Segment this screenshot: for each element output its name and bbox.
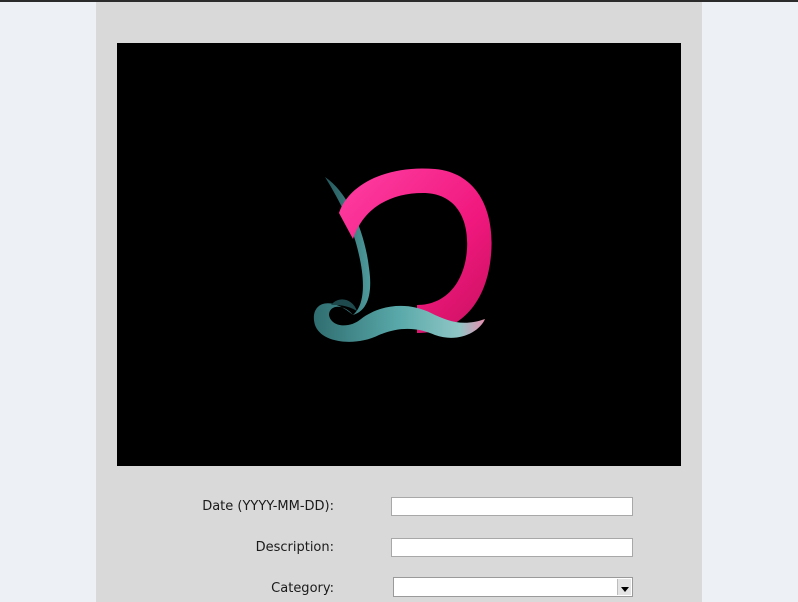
form-panel: Date (YYYY-MM-DD): Description: Category…	[96, 2, 702, 602]
date-label: Date (YYYY-MM-DD):	[202, 499, 334, 514]
dropdown-arrow-button[interactable]	[617, 579, 631, 595]
image-preview	[117, 43, 681, 466]
chevron-down-icon	[621, 587, 629, 592]
stylized-letter-d-logo-icon	[313, 168, 492, 342]
category-label: Category:	[271, 581, 334, 596]
description-input[interactable]	[391, 538, 633, 557]
date-input[interactable]	[391, 497, 633, 516]
description-label: Description:	[255, 540, 334, 555]
category-select[interactable]	[393, 577, 633, 597]
